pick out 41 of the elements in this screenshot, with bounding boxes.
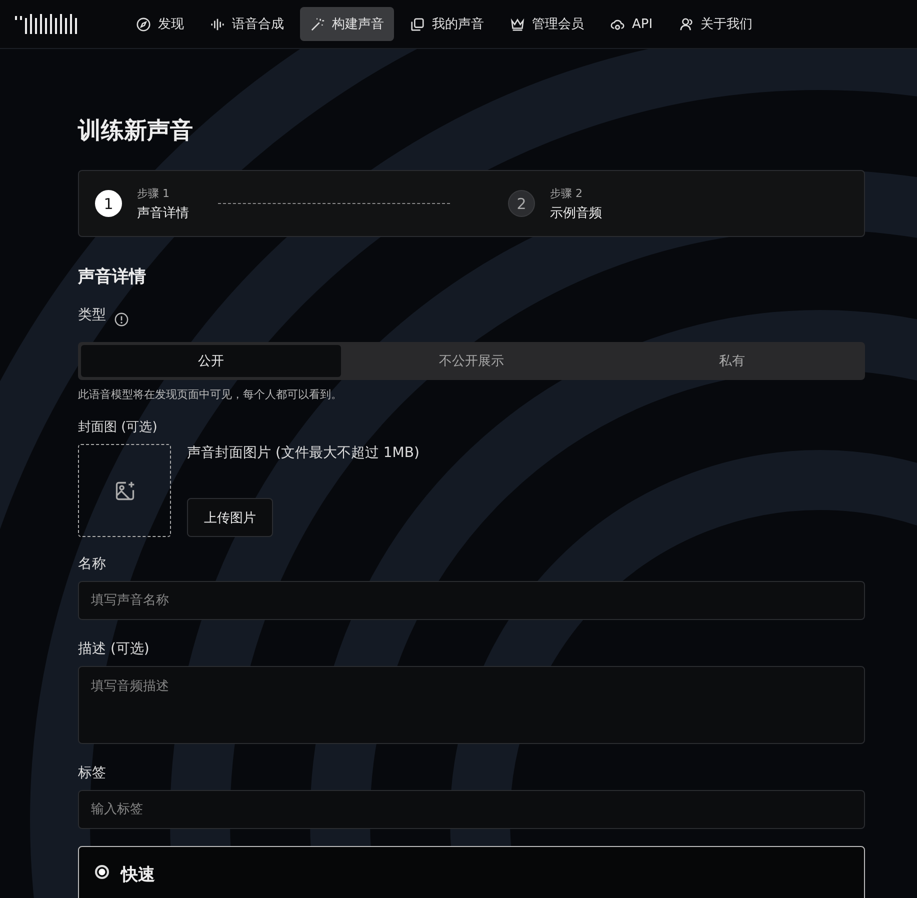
image-add-icon (114, 480, 136, 502)
segment-option[interactable]: 私有 (602, 345, 862, 377)
field-label: 封面图 (可选) (78, 419, 158, 436)
crown-icon (510, 16, 525, 32)
mode-label: 快速 (121, 864, 155, 886)
radio-button[interactable] (95, 865, 109, 879)
field-label: 标签 (78, 764, 106, 782)
stack-icon (410, 16, 425, 32)
segment-option[interactable]: 公开 (81, 345, 342, 377)
step-number: 1 (95, 190, 122, 217)
compass-icon (136, 16, 151, 32)
field-label: 名称 (78, 555, 106, 573)
nav-tab[interactable]: 管理会员 (500, 7, 594, 41)
upload-button[interactable]: 上传图片 (187, 498, 273, 537)
segment-option[interactable]: 不公开展示 (341, 345, 602, 377)
nav-tab[interactable]: 我的声音 (400, 7, 494, 41)
nav-tab[interactable]: 关于我们 (668, 7, 763, 41)
description-field[interactable]: 填写音频描述 (78, 666, 865, 744)
nav-tab[interactable]: 语音合成 (200, 7, 294, 41)
cover-description: 声音封面图片 (文件最大不超过 1MB) (187, 444, 420, 462)
step-label: 示例音频 (550, 204, 602, 222)
step-label: 声音详情 (137, 204, 189, 222)
wand-icon (310, 16, 325, 32)
tags-field[interactable]: 输入标签 (78, 790, 865, 829)
info-icon (114, 312, 129, 326)
image-dropzone[interactable] (78, 444, 171, 537)
user-icon (678, 16, 694, 32)
hint-text: 此语音模型将在发现页面中可见，每个人都可以看到。 (78, 387, 342, 402)
logo-icon (14, 12, 80, 36)
waveform-icon (210, 16, 225, 32)
nav-tab[interactable]: 发现 (126, 7, 194, 41)
step-caption: 步骤 1 (137, 186, 170, 200)
field-label: 类型 (78, 306, 106, 324)
name-field[interactable]: 填写声音名称 (78, 581, 865, 620)
section-title: 声音详情 (78, 266, 146, 288)
step-caption: 步骤 2 (550, 186, 584, 200)
nav-tab[interactable]: 构建声音 (300, 7, 394, 41)
step-number: 2 (508, 190, 535, 217)
page-title: 训练新声音 (78, 117, 193, 146)
field-label: 描述 (可选) (78, 640, 150, 658)
nav-tab[interactable]: API (600, 7, 663, 41)
